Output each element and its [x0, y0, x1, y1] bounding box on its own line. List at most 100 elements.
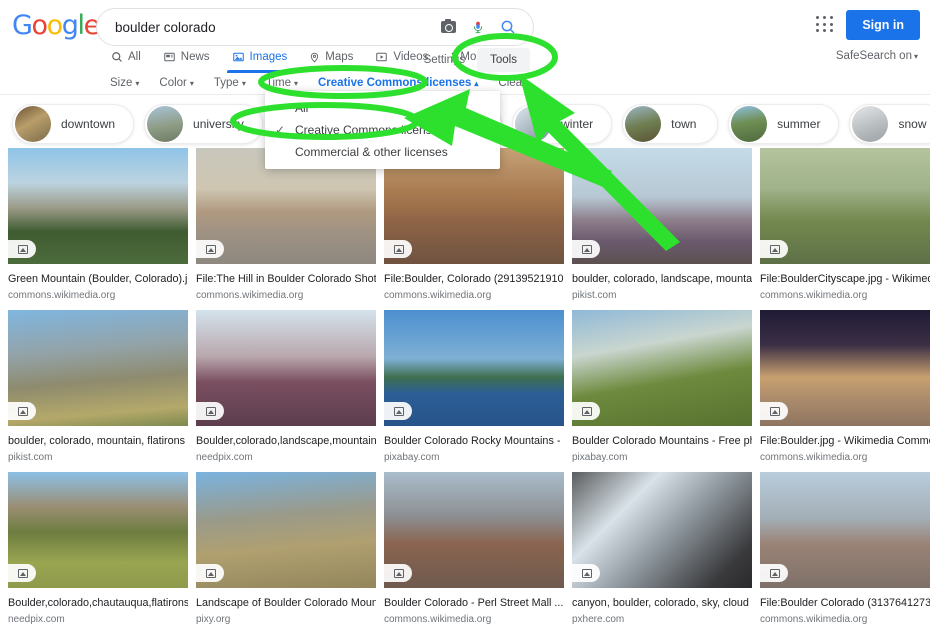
- dropdown-item-label: All: [295, 101, 309, 115]
- chip-downtown[interactable]: downtown: [12, 104, 135, 144]
- tools-button[interactable]: Tools: [477, 48, 530, 72]
- tab-label: Images: [249, 51, 288, 63]
- image-result-card[interactable]: File:Boulder, Colorado (29139521910 ... …: [384, 148, 564, 302]
- search-icon[interactable]: [495, 14, 521, 40]
- result-title: Boulder Colorado Rocky Mountains - Fr...: [384, 435, 564, 447]
- image-result-card[interactable]: File:BoulderCityscape.jpg - Wikimedia ..…: [760, 148, 930, 302]
- safesearch-dropdown[interactable]: SafeSearch on ▾: [836, 50, 918, 62]
- chip-winter[interactable]: winter: [512, 104, 613, 144]
- result-thumbnail[interactable]: [8, 472, 188, 588]
- image-result-card[interactable]: File:The Hill in Boulder Colorado Shot .…: [196, 148, 376, 302]
- check-icon: ✓: [275, 123, 286, 137]
- result-title: Landscape of Boulder Colorado Mountain .…: [196, 597, 376, 609]
- tab-label: Maps: [325, 51, 354, 63]
- chevron-down-icon: ▾: [241, 79, 246, 88]
- image-badge-icon: [572, 402, 600, 420]
- filter-usage-rights[interactable]: Creative Commons licenses ▴: [308, 73, 488, 93]
- dropdown-item-commercial[interactable]: Commercial & other licenses: [265, 141, 500, 163]
- camera-icon[interactable]: [435, 14, 461, 40]
- dropdown-item-all[interactable]: All: [265, 97, 500, 119]
- image-result-card[interactable]: Green Mountain (Boulder, Colorado).jpg .…: [8, 148, 188, 302]
- images-icon: [232, 52, 244, 62]
- tab-maps[interactable]: Maps: [298, 47, 364, 74]
- chip-summer[interactable]: summer: [728, 104, 840, 144]
- tab-all[interactable]: All: [100, 47, 152, 73]
- safesearch-label: SafeSearch on: [835, 50, 912, 62]
- results-row: Green Mountain (Boulder, Colorado).jpg .…: [8, 148, 930, 310]
- tab-news[interactable]: News: [152, 47, 221, 73]
- result-thumbnail[interactable]: [384, 310, 564, 426]
- result-source: commons.wikimedia.org: [8, 290, 116, 301]
- image-result-card[interactable]: Boulder Colorado Mountains - Free photo …: [572, 310, 752, 464]
- logo-letter: G: [12, 10, 33, 41]
- image-result-card[interactable]: File:Boulder.jpg - Wikimedia Commons com…: [760, 310, 930, 464]
- tab-images[interactable]: Images: [221, 47, 299, 73]
- result-source: pixabay.com: [384, 452, 440, 463]
- image-result-card[interactable]: boulder, colorado, mountain, flatirons .…: [8, 310, 188, 464]
- result-title: File:The Hill in Boulder Colorado Shot .…: [196, 273, 376, 285]
- result-title: File:Boulder, Colorado (29139521910 ...: [384, 273, 564, 285]
- result-source: pikist.com: [572, 290, 617, 301]
- results-row: Boulder,colorado,chautauqua,flatirons ..…: [8, 472, 930, 634]
- result-source: commons.wikimedia.org: [384, 290, 492, 301]
- result-thumbnail[interactable]: [760, 472, 930, 588]
- image-result-card[interactable]: File:Boulder Colorado (31376412734).jpg …: [760, 472, 930, 626]
- image-result-card[interactable]: Boulder Colorado Rocky Mountains - Fr...…: [384, 310, 564, 464]
- settings-link[interactable]: Settings: [418, 49, 472, 71]
- filter-time[interactable]: Time ▾: [256, 73, 308, 93]
- sign-in-button[interactable]: Sign in: [846, 10, 920, 40]
- chip-university[interactable]: university: [144, 104, 263, 144]
- image-result-card[interactable]: Boulder,colorado,chautauqua,flatirons ..…: [8, 472, 188, 626]
- image-badge-icon: [8, 240, 36, 258]
- google-images-page: Google Sign: [0, 0, 930, 635]
- logo-letter: o: [31, 10, 49, 41]
- result-source: pikist.com: [8, 452, 53, 463]
- image-result-card[interactable]: canyon, boulder, colorado, sky, cloud ..…: [572, 472, 752, 626]
- image-filter-bar: Size ▾ Color ▾ Type ▾ Time ▾ Creative Common…: [100, 73, 536, 93]
- news-icon: [164, 52, 175, 62]
- chevron-down-icon: ▾: [293, 79, 298, 88]
- apps-grid-icon[interactable]: [814, 14, 836, 36]
- google-logo[interactable]: Google: [12, 10, 100, 41]
- filter-color[interactable]: Color ▾: [149, 73, 204, 93]
- microphone-icon[interactable]: [465, 14, 491, 40]
- image-result-card[interactable]: Landscape of Boulder Colorado Mountain .…: [196, 472, 376, 626]
- filter-label: Creative Commons licenses: [318, 77, 472, 89]
- filter-type[interactable]: Type ▾: [204, 73, 256, 93]
- chevron-up-icon: ▴: [474, 79, 479, 88]
- result-title: File:Boulder Colorado (31376412734).jpg …: [760, 597, 930, 609]
- result-thumbnail[interactable]: [572, 472, 752, 588]
- filter-label: Type: [213, 77, 239, 89]
- search-input[interactable]: [115, 19, 431, 35]
- result-source: commons.wikimedia.org: [384, 614, 492, 625]
- image-result-card[interactable]: boulder, colorado, landscape, mountains …: [572, 148, 752, 302]
- chip-town[interactable]: town: [622, 104, 719, 144]
- chip-label: town: [671, 117, 697, 131]
- result-title: Boulder Colorado - Perl Street Mall ...: [384, 597, 564, 609]
- result-thumbnail[interactable]: [760, 310, 930, 426]
- image-result-card[interactable]: Boulder,colorado,landscape,mountains ...…: [196, 310, 376, 464]
- image-badge-icon: [384, 240, 412, 258]
- result-thumbnail[interactable]: [572, 148, 752, 264]
- filter-size[interactable]: Size ▾: [100, 73, 149, 93]
- filter-clear[interactable]: Clear: [488, 73, 535, 93]
- top-right-actions: Sign in: [814, 10, 920, 40]
- search-box[interactable]: [96, 8, 534, 46]
- result-thumbnail[interactable]: [572, 310, 752, 426]
- result-thumbnail[interactable]: [8, 310, 188, 426]
- image-badge-icon: [196, 564, 224, 582]
- result-thumbnail[interactable]: [196, 310, 376, 426]
- image-result-card[interactable]: Boulder Colorado - Perl Street Mall ... …: [384, 472, 564, 626]
- image-badge-icon: [760, 240, 788, 258]
- result-source: needpix.com: [196, 452, 253, 463]
- dropdown-item-label: Commercial & other licenses: [295, 145, 448, 159]
- dropdown-item-creative-commons[interactable]: ✓ Creative Commons licenses: [265, 119, 500, 141]
- chevron-down-icon: ▾: [913, 52, 918, 61]
- result-thumbnail[interactable]: [760, 148, 930, 264]
- chip-label: summer: [777, 117, 821, 131]
- results-row: boulder, colorado, mountain, flatirons .…: [8, 310, 930, 472]
- chip-snow[interactable]: snow: [849, 104, 930, 144]
- result-thumbnail[interactable]: [196, 472, 376, 588]
- result-thumbnail[interactable]: [384, 472, 564, 588]
- result-thumbnail[interactable]: [8, 148, 188, 264]
